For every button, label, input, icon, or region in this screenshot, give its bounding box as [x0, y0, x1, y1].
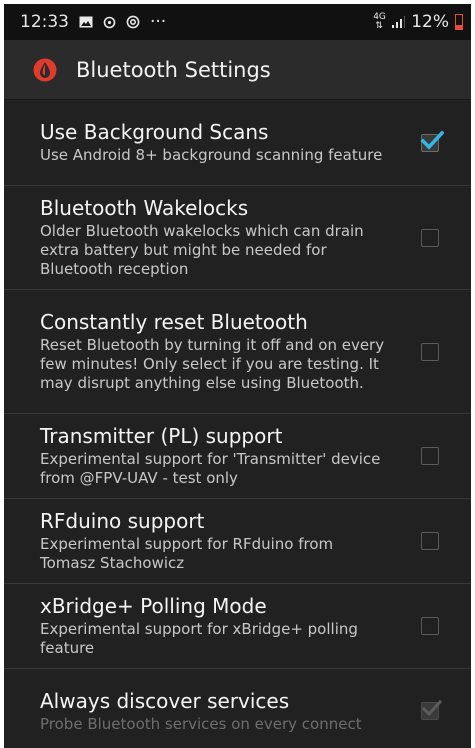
- xbridge-polling-mode-checkbox[interactable]: [421, 617, 439, 635]
- battery-icon: [455, 14, 463, 30]
- pref-summary: Use Android 8+ background scanning featu…: [40, 146, 383, 164]
- more-dots-icon: ···: [150, 12, 167, 32]
- pref-text: Use Background Scans Use Android 8+ back…: [40, 120, 421, 165]
- pref-always-discover-services[interactable]: Always discover services Probe Bluetooth…: [4, 669, 471, 748]
- pref-text: Always discover services Probe Bluetooth…: [40, 689, 421, 734]
- status-bar-right: 4G ⇅ 12%: [373, 12, 463, 32]
- pref-title: Always discover services: [40, 688, 290, 713]
- pref-summary: Experimental support for xBridge+ pollin…: [40, 620, 358, 657]
- pref-use-background-scans[interactable]: Use Background Scans Use Android 8+ back…: [4, 100, 471, 186]
- bluetooth-wakelocks-checkbox[interactable]: [421, 228, 439, 247]
- battery-percent: 12%: [411, 12, 449, 32]
- pref-text: Constantly reset Bluetooth Reset Bluetoo…: [40, 310, 421, 393]
- checkmark-icon: [420, 129, 444, 150]
- status-time: 12:33: [20, 12, 69, 32]
- pref-title: xBridge+ Polling Mode: [40, 594, 267, 618]
- preference-list: Use Background Scans Use Android 8+ back…: [4, 100, 471, 748]
- app-bar: Bluetooth Settings: [4, 40, 471, 100]
- pref-title: Bluetooth Wakelocks: [40, 196, 249, 220]
- pref-rfduino-support[interactable]: RFduino support Experimental support for…: [4, 499, 471, 584]
- rfduino-support-checkbox[interactable]: [421, 532, 439, 550]
- pref-transmitter-pl-support[interactable]: Transmitter (PL) support Experimental su…: [4, 414, 471, 499]
- status-bar-left: 12:33 ···: [20, 12, 166, 32]
- pref-xbridge-polling-mode[interactable]: xBridge+ Polling Mode Experimental suppo…: [4, 584, 471, 669]
- pref-text: RFduino support Experimental support for…: [40, 509, 421, 573]
- at-sign-icon: [126, 15, 140, 29]
- pref-title: Use Background Scans: [40, 120, 269, 144]
- pref-text: Transmitter (PL) support Experimental su…: [40, 424, 421, 488]
- pref-summary: Older Bluetooth wakelocks which can drai…: [40, 222, 364, 278]
- pref-title: Transmitter (PL) support: [40, 424, 283, 448]
- transmitter-pl-support-checkbox[interactable]: [421, 447, 439, 465]
- checkmark-icon: [421, 699, 443, 717]
- pref-text: xBridge+ Polling Mode Experimental suppo…: [40, 594, 421, 658]
- always-discover-services-checkbox[interactable]: [421, 699, 443, 720]
- network-activity-label: ⇅: [375, 21, 383, 31]
- data-saver-icon: [103, 16, 116, 29]
- pref-summary: Probe Bluetooth services on every connec…: [40, 714, 362, 733]
- pref-title: Constantly reset Bluetooth: [40, 310, 308, 334]
- page-title: Bluetooth Settings: [76, 57, 271, 82]
- pref-summary: Experimental support for RFduino from To…: [40, 535, 334, 572]
- screen: 12:33 ··· 4G ⇅ 12% Bluetooth Settings Us…: [4, 4, 471, 748]
- xdrip-drop-icon: [32, 57, 58, 83]
- pref-text: Bluetooth Wakelocks Older Bluetooth wake…: [40, 196, 421, 279]
- pref-bluetooth-wakelocks[interactable]: Bluetooth Wakelocks Older Bluetooth wake…: [4, 186, 471, 290]
- use-background-scans-checkbox[interactable]: [420, 129, 444, 152]
- pref-summary: Experimental support for 'Transmitter' d…: [40, 450, 381, 487]
- pref-constantly-reset-bluetooth[interactable]: Constantly reset Bluetooth Reset Bluetoo…: [4, 290, 471, 414]
- pref-title: RFduino support: [40, 509, 205, 533]
- status-bar: 12:33 ··· 4G ⇅ 12%: [4, 4, 471, 40]
- network-type-icon: 4G ⇅: [373, 13, 386, 31]
- signal-bars-icon: [391, 16, 406, 28]
- image-icon: [79, 16, 93, 28]
- pref-summary: Reset Bluetooth by turning it off and on…: [40, 336, 385, 392]
- constantly-reset-bluetooth-checkbox[interactable]: [421, 342, 439, 361]
